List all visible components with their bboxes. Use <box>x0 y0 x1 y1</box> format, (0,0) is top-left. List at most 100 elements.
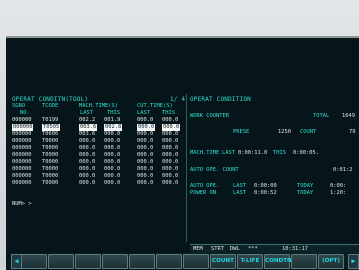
cell-cut-this: 000.0 <box>162 124 181 131</box>
panel-divider <box>186 94 187 242</box>
cell-mach-last: 003.6 <box>79 124 98 131</box>
cell-mach-this: 000.0 <box>104 159 121 165</box>
cell-mach-last: 000.0 <box>79 173 96 179</box>
cell-mach-this: 000.0 <box>104 138 121 144</box>
cell-cut-this: 000.0 <box>162 152 179 158</box>
cell-mach-last: 000.0 <box>79 159 96 165</box>
softkey-11[interactable] <box>291 254 317 269</box>
power-on-today-value: 1:20: <box>330 190 347 196</box>
header-mach-time: MACH.TIME(S) <box>79 103 118 109</box>
preset-value: 1250 <box>278 129 291 135</box>
cell-cut-last: 000.0 <box>137 138 154 144</box>
softkey-2[interactable] <box>48 254 74 269</box>
header-cut-last: LAST <box>137 110 150 116</box>
cell-cut-last: 000.0 <box>137 180 154 186</box>
cell-tcode: T0000 <box>42 138 59 144</box>
auto-ope-today-value: 0:00: <box>330 183 347 189</box>
cell-sgno: 000000 <box>12 124 34 131</box>
cell-sgno: 000000 <box>12 173 32 179</box>
auto-ope-last-label: LAST <box>233 183 246 189</box>
status-state: STRT <box>211 246 224 252</box>
left-panel-title: OPERAT CONDITN(TOOL) <box>12 96 89 103</box>
auto-ope-count-label: AUTO OPE. COUNT <box>190 167 239 173</box>
cell-tcode: T0000 <box>42 180 59 186</box>
cell-cut-last: 000.0 <box>137 131 154 137</box>
cell-cut-last: 000.0 <box>137 124 156 131</box>
mach-time-label: MACH.TIME <box>190 150 220 156</box>
cell-mach-last: 003.6 <box>79 131 96 137</box>
power-on-last-label: LAST <box>233 190 246 196</box>
softkey-10[interactable]: CONDTN <box>264 254 292 269</box>
power-on-label: POWER ON <box>190 190 216 196</box>
cell-cut-this: 000.0 <box>162 117 179 123</box>
cell-mach-last: 000.0 <box>79 180 96 186</box>
softkey-1[interactable] <box>21 254 47 269</box>
status-stars: *** <box>248 246 258 252</box>
cell-mach-this: 000.0 <box>104 145 121 151</box>
cell-sgno: 000000 <box>12 159 32 165</box>
header-cut-this: THIS <box>162 110 175 116</box>
cell-cut-this: 000.0 <box>162 180 179 186</box>
auto-ope-last-value: 0:00:00 <box>254 183 277 189</box>
softkey-7[interactable] <box>183 254 209 269</box>
cell-mach-this: 000.0 <box>104 173 121 179</box>
mach-last-label: LAST <box>222 150 235 156</box>
softkey-12[interactable]: (OPT) <box>318 254 344 269</box>
cell-sgno: 000000 <box>12 166 32 172</box>
input-prompt[interactable]: NUM> > <box>12 201 31 207</box>
cell-tcode: T0000 <box>42 166 59 172</box>
total-value: 1649 <box>342 113 355 119</box>
cell-cut-this: 000.0 <box>162 131 179 137</box>
header-no: NO. <box>20 110 30 116</box>
header-tcode: TCODE <box>42 103 59 109</box>
auto-ope-today-label: TODAY <box>297 183 314 189</box>
softkey-next-arrow-icon[interactable]: ▶ <box>348 254 359 269</box>
mach-last-value: 0:00:11.0 <box>238 150 268 156</box>
cell-tcode: T0505 <box>42 124 61 131</box>
cell-sgno: 000000 <box>12 117 32 123</box>
power-on-today-label: TODAY <box>297 190 314 196</box>
cell-mach-last: 000.0 <box>79 152 96 158</box>
cell-cut-this: 000.0 <box>162 159 179 165</box>
cell-cut-last: 000.0 <box>137 145 154 151</box>
softkey-9[interactable]: T-LIFE <box>237 254 263 269</box>
cell-tcode: T0000 <box>42 159 59 165</box>
status-mode: MEM <box>193 246 203 252</box>
cell-mach-this: 002.8 <box>104 124 123 131</box>
cell-cut-last: 000.0 <box>137 166 154 172</box>
cell-tcode: T0000 <box>42 145 59 151</box>
softkey-3[interactable] <box>75 254 101 269</box>
softkey-8[interactable]: COUNT <box>210 254 236 269</box>
mach-this-label: THIS <box>273 150 286 156</box>
cell-tcode: T0199 <box>42 117 59 123</box>
status-sub: DWL <box>230 246 240 252</box>
cell-cut-this: 000.0 <box>162 166 179 172</box>
softkey-6[interactable] <box>156 254 182 269</box>
cell-mach-last: 000.0 <box>79 145 96 151</box>
status-time: 10:31:17 <box>282 246 308 252</box>
right-panel-title: OPERAT CONDITION <box>190 96 251 103</box>
cell-sgno: 000000 <box>12 131 32 137</box>
cell-cut-last: 000.0 <box>137 152 154 158</box>
cell-mach-this: 000.0 <box>104 180 121 186</box>
header-sgno: SGNO <box>12 103 25 109</box>
softkey-4[interactable] <box>102 254 128 269</box>
cell-cut-this: 000.0 <box>162 138 179 144</box>
cell-sgno: 000000 <box>12 138 32 144</box>
cell-sgno: 000000 <box>12 180 32 186</box>
cell-cut-this: 000.0 <box>162 145 179 151</box>
cell-mach-last: 002.2 <box>79 117 96 123</box>
header-mach-last: LAST <box>80 110 93 116</box>
header-cut-time: CUT.TIME(S) <box>137 103 173 109</box>
cell-cut-last: 000.0 <box>137 117 154 123</box>
softkey-5[interactable] <box>129 254 155 269</box>
cell-tcode: T0606 <box>42 131 59 137</box>
total-label: TOTAL <box>313 113 330 119</box>
cell-cut-last: 000.0 <box>137 173 154 179</box>
cell-tcode: T0000 <box>42 173 59 179</box>
cell-tcode: T0000 <box>42 152 59 158</box>
page-indicator: 1/ 4 <box>170 96 186 103</box>
power-on-last-value: 0:00:52 <box>254 190 277 196</box>
cell-mach-last: 000.0 <box>79 138 96 144</box>
cell-mach-this: 000.0 <box>104 131 121 137</box>
